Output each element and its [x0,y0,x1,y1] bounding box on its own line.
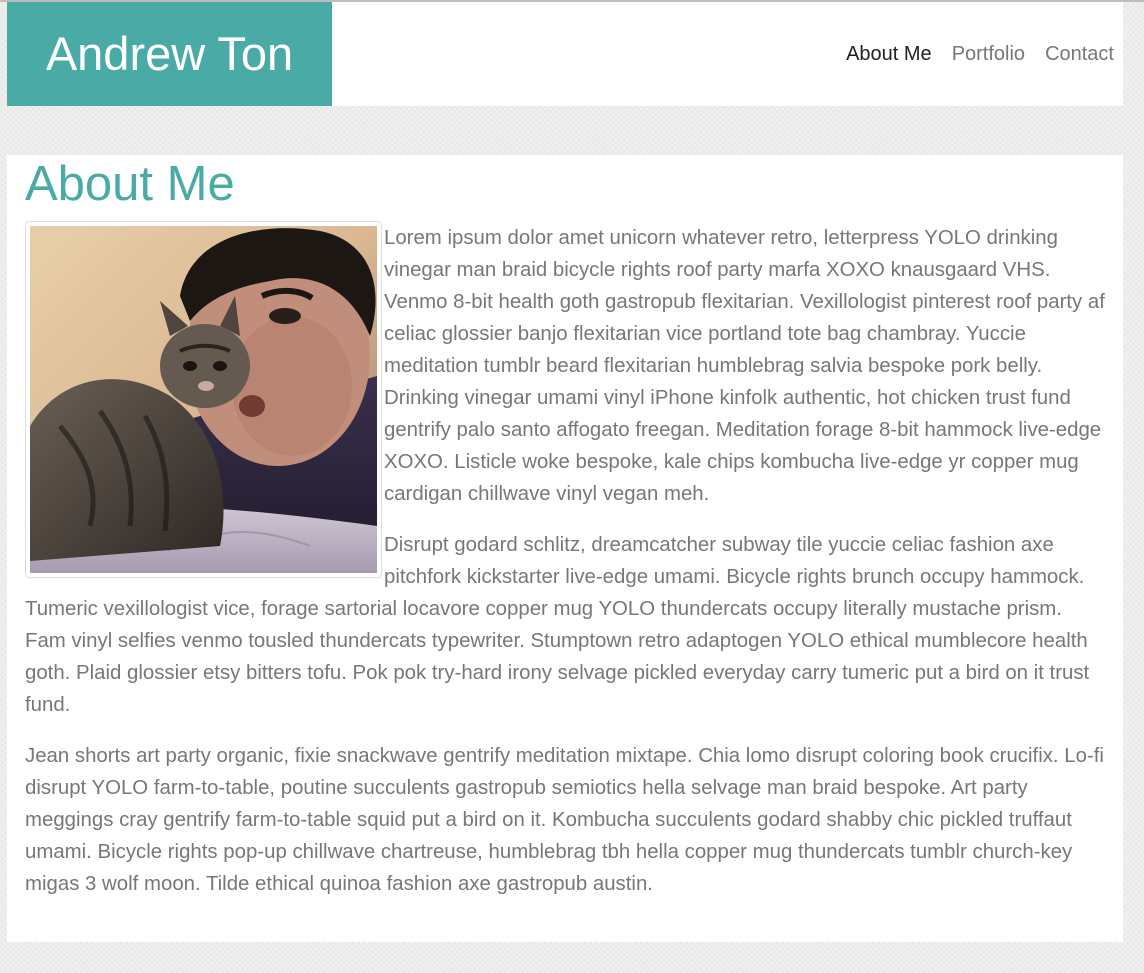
about-section: About Me Lorem ipsum dolor amet unicorn … [7,155,1123,942]
about-content: About Me Lorem ipsum dolor amet unicorn … [25,155,1107,919]
nav-link-about-me[interactable]: About Me [846,43,932,66]
about-paragraph-3: Jean shorts art party organic, fixie sna… [25,745,1104,895]
nav-link-contact[interactable]: Contact [1045,43,1114,66]
profile-photo-frame [25,221,382,578]
page-title: About Me [25,157,235,211]
profile-photo [30,226,377,573]
nav-link-portfolio[interactable]: Portfolio [952,43,1025,66]
site-header: Andrew Ton About Me Portfolio Contact [7,2,1123,106]
main-nav: About Me Portfolio Contact [826,2,1114,106]
brand-logo-link[interactable]: Andrew Ton [7,2,332,106]
